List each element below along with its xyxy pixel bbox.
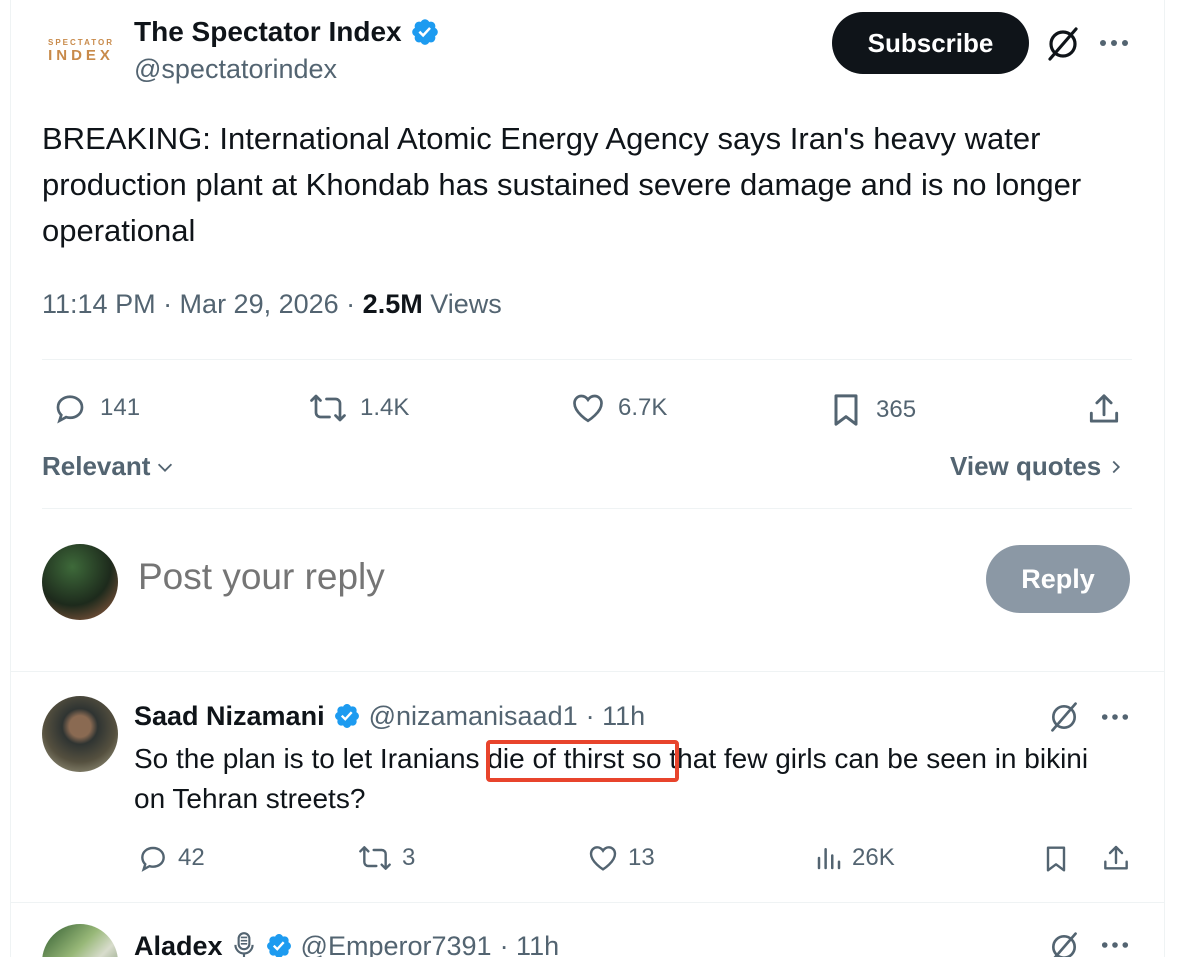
share-icon[interactable] (1098, 840, 1134, 878)
verified-badge-icon (411, 19, 438, 45)
reply-count: 141 (100, 394, 141, 421)
verified-badge-icon (334, 704, 359, 728)
reply-action[interactable]: 141 (50, 390, 140, 426)
repost-action[interactable]: 1.4K (306, 390, 409, 426)
divider (42, 359, 1132, 360)
reply-author-handle[interactable]: @nizamanisaad1 (369, 698, 578, 734)
like-action[interactable]: 6.7K (568, 390, 667, 426)
views-icon (817, 848, 841, 870)
reply-views-action[interactable]: 26K (814, 842, 895, 874)
like-icon (589, 846, 617, 871)
reply-reply-count: 42 (178, 844, 205, 871)
reply-reply-action[interactable]: 42 (136, 842, 205, 874)
repost-icon (359, 846, 391, 870)
bookmark-icon (834, 394, 858, 426)
divider (10, 671, 1165, 672)
user-avatar[interactable] (42, 544, 118, 620)
logo-line1: SPECTATOR (47, 38, 114, 47)
reply-repost-count: 3 (402, 844, 416, 871)
podcast-mic-icon (233, 932, 254, 957)
chevron-down-icon (158, 463, 173, 472)
bookmark-action[interactable]: 365 (826, 390, 916, 430)
reply-like-count: 13 (628, 844, 655, 871)
post-timestamp[interactable]: 11:14 PM · Mar 29, 2026 · (42, 289, 355, 319)
reply-author-name[interactable]: Aladex (134, 928, 223, 957)
more-icon[interactable] (1098, 934, 1132, 956)
divider (10, 902, 1165, 903)
verified-badge-icon (266, 934, 291, 957)
author-handle[interactable]: @spectatorindex (134, 54, 337, 85)
post-meta: 11:14 PM · Mar 29, 2026 · 2.5M Views (42, 289, 502, 320)
reply-views-count: 26K (852, 844, 895, 871)
view-quotes-link[interactable]: View quotes (950, 451, 1125, 482)
like-icon (573, 394, 603, 423)
repost-count: 1.4K (360, 394, 410, 421)
reply-header: Aladex @Emperor7391 · 11h (134, 928, 559, 957)
reply-like-action[interactable]: 13 (586, 842, 655, 874)
reply-author-name[interactable]: Saad Nizamani (134, 698, 325, 734)
reply-header: Saad Nizamani @nizamanisaad1 · 11h (134, 698, 645, 734)
highlight-box (486, 740, 679, 782)
chevron-right-icon (1112, 460, 1121, 473)
reply-time[interactable]: · 11h (500, 928, 560, 957)
reply-icon (141, 846, 165, 872)
grok-icon[interactable] (1046, 700, 1082, 734)
share-icon[interactable] (1082, 388, 1126, 432)
like-count: 6.7K (618, 394, 668, 421)
sort-label: Relevant (42, 451, 151, 481)
sort-replies-dropdown[interactable]: Relevant (42, 451, 176, 482)
spectator-index-logo[interactable]: SPECTATOR INDEX (44, 30, 118, 72)
divider (42, 508, 1132, 509)
reply-input[interactable] (138, 556, 938, 598)
author-name[interactable]: The Spectator Index (134, 14, 402, 50)
reply-button[interactable]: Reply (986, 545, 1130, 613)
subscribe-button[interactable]: Subscribe (832, 12, 1029, 74)
reply-time[interactable]: · 11h (586, 698, 646, 734)
reply-author-avatar[interactable] (42, 696, 118, 772)
more-icon[interactable] (1098, 704, 1132, 730)
more-icon[interactable] (1096, 28, 1132, 58)
author-name-row[interactable]: The Spectator Index (134, 14, 440, 50)
reply-repost-action[interactable]: 3 (356, 842, 415, 874)
grok-icon[interactable] (1042, 24, 1084, 64)
repost-icon (310, 394, 346, 422)
reply-icon (56, 395, 84, 424)
views-label: Views (430, 289, 502, 319)
view-quotes-label: View quotes (950, 451, 1102, 481)
grok-icon[interactable] (1046, 930, 1082, 957)
logo-line2: INDEX (48, 47, 114, 64)
bookmark-icon[interactable] (1038, 840, 1074, 878)
bookmark-count: 365 (876, 396, 917, 423)
reply-author-handle[interactable]: @Emperor7391 (301, 928, 492, 957)
views-count: 2.5M (362, 289, 423, 319)
post-text: BREAKING: International Atomic Energy Ag… (42, 121, 1082, 248)
